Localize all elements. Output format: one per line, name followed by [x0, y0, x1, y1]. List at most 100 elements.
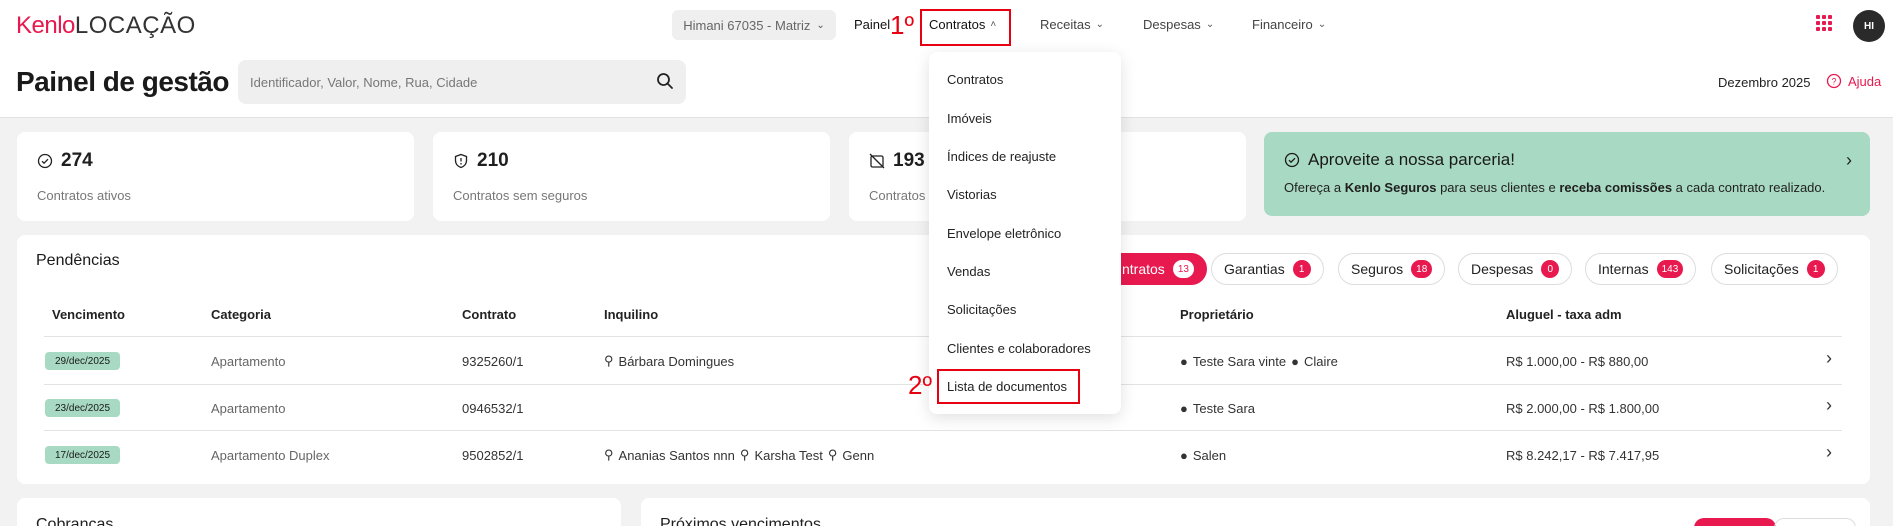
column-header-inquilino[interactable]: Inquilino — [604, 307, 658, 322]
logo-suffix-text: LOCAÇÃO — [74, 12, 196, 39]
step2-label: 2º — [908, 370, 932, 400]
key-icon: ⚲ — [604, 353, 614, 368]
category-cell: Apartamento — [211, 400, 286, 416]
help-link[interactable]: ? Ajuda — [1826, 73, 1881, 89]
tenant-cell: ⚲ Ananias Santos nnn ⚲ Karsha Test ⚲ Genn — [604, 446, 874, 464]
cobrancas-panel: Cobranças — [17, 498, 621, 526]
proximos-title: Próximos vencimentos — [660, 516, 821, 526]
month-selector[interactable]: Dezembro 2025 — [1718, 75, 1811, 90]
filter-solicitacoes[interactable]: Solicitações 1 — [1711, 253, 1838, 285]
check-circle-icon — [1284, 152, 1300, 168]
page-title: Painel de gestão — [16, 66, 229, 97]
menu-item-vistorias[interactable]: Vistorias — [947, 187, 997, 202]
key-icon: ⚲ — [739, 447, 750, 462]
nav-painel[interactable]: Painel — [854, 17, 890, 32]
rent-cell: R$ 2.000,00 - R$ 1.800,00 — [1506, 400, 1660, 416]
filter-garantias[interactable]: Garantias 1 — [1211, 253, 1324, 285]
menu-item-imoveis[interactable]: Imóveis — [947, 111, 992, 126]
stat-value: 274 — [61, 150, 93, 171]
logo-brand-text: Kenlo — [16, 12, 75, 39]
menu-item-solicitacoes[interactable]: Solicitações — [947, 302, 1016, 317]
owner-name: Teste Sara — [1192, 400, 1256, 416]
rent-cell: R$ 1.000,00 - R$ 880,00 — [1506, 353, 1649, 369]
menu-item-vendas[interactable]: Vendas — [947, 264, 990, 279]
column-header-categoria[interactable]: Categoria — [211, 307, 271, 322]
chevron-right-icon[interactable]: › — [1826, 395, 1832, 416]
partnership-banner[interactable]: Aproveite a nossa parceria! Ofereça a Ke… — [1264, 132, 1870, 216]
menu-item-envelope[interactable]: Envelope eletrônico — [947, 226, 1061, 241]
help-circle-icon: ? — [1826, 73, 1842, 89]
stat-card-active[interactable]: 274 Contratos ativos — [17, 132, 414, 221]
column-header-aluguel[interactable]: Aluguel - taxa adm — [1506, 307, 1622, 322]
count-badge: 1 — [1292, 260, 1311, 278]
contract-cell[interactable]: 9325260/1 — [462, 352, 523, 370]
owner-name: Teste Sara vinte — [1192, 353, 1287, 369]
stat-card-no-insurance[interactable]: 210 Contratos sem seguros — [433, 132, 830, 221]
filter-despesas[interactable]: Despesas 0 — [1458, 253, 1573, 285]
column-header-proprietario[interactable]: Proprietário — [1180, 307, 1254, 322]
count-badge: 1 — [1806, 260, 1825, 278]
menu-item-indices[interactable]: Índices de reajuste — [947, 149, 1056, 164]
due-date-badge: 23/dec/2025 — [45, 399, 121, 417]
count-badge: 143 — [1656, 260, 1684, 278]
nav-financeiro-label: Financeiro — [1252, 17, 1313, 32]
search-box — [238, 60, 686, 104]
toggle-active-tab[interactable] — [1694, 518, 1776, 526]
count-badge: 0 — [1541, 260, 1560, 278]
column-header-vencimento[interactable]: Vencimento — [52, 307, 125, 322]
count-badge: 13 — [1172, 260, 1194, 278]
nav-receitas-label: Receitas — [1040, 17, 1091, 32]
proximos-panel: Próximos vencimentos — [641, 498, 1870, 526]
column-header-contrato[interactable]: Contrato — [462, 307, 516, 322]
chevron-down-icon: ⌄ — [1317, 19, 1327, 30]
category-cell: Apartamento Duplex — [211, 447, 330, 463]
apps-grid-icon[interactable] — [1816, 15, 1832, 31]
filter-label: Garantias — [1224, 261, 1285, 277]
owner-cell: ● Salen — [1180, 446, 1226, 464]
owner-cell: ● Teste Sara — [1180, 399, 1255, 417]
contract-cell[interactable]: 9502852/1 — [462, 446, 523, 464]
branch-selector[interactable]: Himani 67035 - Matriz ⌄ — [672, 10, 836, 40]
person-icon: ● — [1180, 400, 1188, 416]
tenant-name: Ananias Santos nnn — [618, 447, 735, 463]
due-date-badge: 17/dec/2025 — [45, 446, 121, 464]
filter-label: Internas — [1598, 261, 1649, 277]
tenant-name: Bárbara Domingues — [618, 353, 735, 369]
help-label: Ajuda — [1848, 73, 1882, 89]
kenlo-logo[interactable]: KenloLOCAÇÃO — [16, 12, 196, 40]
nav-despesas[interactable]: Despesas ⌄ — [1143, 17, 1214, 32]
contratos-dropdown-menu: Contratos Imóveis Índices de reajuste Vi… — [929, 52, 1121, 414]
count-badge: 18 — [1411, 260, 1433, 278]
chevron-down-icon: ⌄ — [1095, 19, 1104, 30]
filter-label: Despesas — [1471, 261, 1534, 277]
branch-label: Himani 67035 - Matriz — [683, 17, 811, 33]
filter-seguros[interactable]: Seguros 18 — [1338, 253, 1446, 285]
person-icon: ● — [1291, 353, 1299, 369]
no-calendar-icon — [869, 153, 885, 169]
stat-label: Contratos sem seguros — [453, 188, 588, 203]
rent-cell: R$ 8.242,17 - R$ 7.417,95 — [1506, 447, 1660, 463]
avatar[interactable]: HI — [1853, 10, 1885, 42]
chevron-right-icon[interactable]: › — [1826, 348, 1832, 369]
owner-name: Salen — [1192, 447, 1227, 463]
chevron-right-icon[interactable]: › — [1826, 442, 1832, 463]
contract-cell[interactable]: 0946532/1 — [462, 399, 523, 417]
tenant-name: Genn — [842, 447, 875, 463]
search-icon[interactable] — [656, 72, 674, 90]
search-input[interactable] — [250, 60, 640, 104]
divider — [44, 430, 1842, 431]
nav-financeiro[interactable]: Financeiro ⌄ — [1252, 17, 1326, 32]
check-circle-icon — [37, 153, 53, 169]
svg-text:?: ? — [1831, 77, 1836, 87]
step2-highlight-box — [937, 369, 1080, 404]
filter-internas[interactable]: Internas 143 — [1585, 253, 1697, 285]
step1-highlight-box — [920, 9, 1011, 46]
shield-icon — [454, 153, 468, 169]
menu-item-clientes[interactable]: Clientes e colaboradores — [947, 341, 1091, 356]
nav-painel-label: Painel — [854, 17, 891, 32]
toggle-tab[interactable] — [1774, 518, 1856, 526]
tenant-cell: ⚲ Bárbara Domingues — [604, 352, 734, 370]
nav-receitas[interactable]: Receitas ⌄ — [1040, 17, 1104, 32]
menu-item-contratos[interactable]: Contratos — [947, 72, 1003, 87]
stat-label: Contratos — [869, 188, 926, 203]
